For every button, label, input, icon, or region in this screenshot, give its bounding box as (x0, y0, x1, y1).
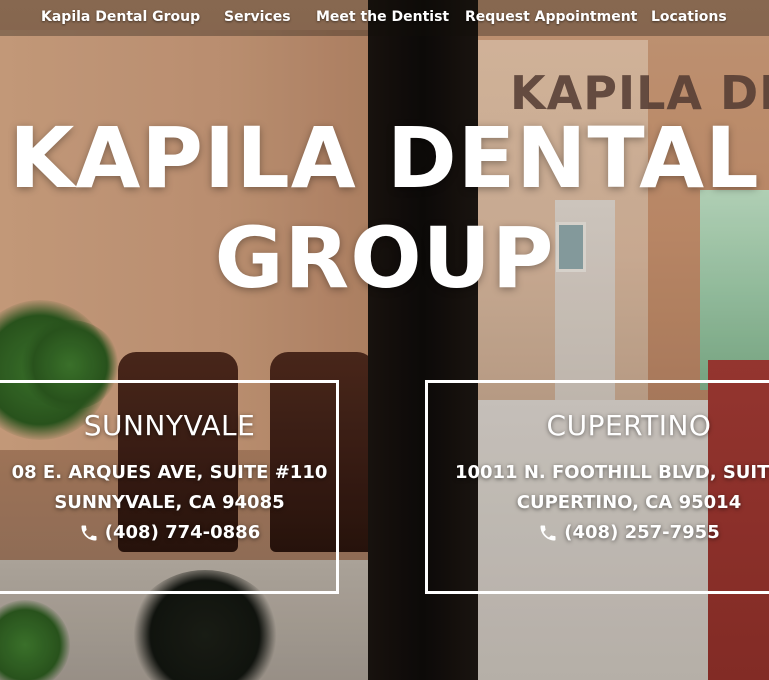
location-address: 08 E. ARQUES AVE, SUITE #110 (11, 462, 328, 483)
nav-item-locations[interactable]: Locations (651, 9, 727, 25)
hero-title-line: GROUP (214, 209, 555, 307)
location-name: CUPERTINO (546, 409, 712, 442)
hero-title-line: KAPILA DENTAL (9, 109, 760, 207)
hero-title: KAPILA DENTAL GROUP (0, 108, 769, 308)
nav-item-request-appointment[interactable]: Request Appointment (465, 9, 637, 25)
nav-item-meet-the-dentist[interactable]: Meet the Dentist (316, 9, 449, 25)
nav-brand-link[interactable]: Kapila Dental Group (41, 9, 200, 25)
location-city: SUNNYVALE, CA 94085 (54, 492, 285, 513)
hero-section: KAPILA DE Kapila Dental Group Services M… (0, 0, 769, 680)
location-card-content: SUNNYVALE 08 E. ARQUES AVE, SUITE #110 S… (0, 409, 336, 548)
phone-link[interactable]: (408) 257-7955 (538, 518, 720, 548)
location-name: SUNNYVALE (83, 409, 256, 442)
location-city: CUPERTINO, CA 95014 (516, 492, 742, 513)
phone-link[interactable]: (408) 774-0886 (79, 518, 260, 548)
location-card-sunnyvale: SUNNYVALE 08 E. ARQUES AVE, SUITE #110 S… (0, 380, 339, 594)
phone-number: (408) 774-0886 (104, 522, 261, 543)
top-nav: Kapila Dental Group Services Meet the De… (0, 0, 769, 36)
phone-number: (408) 257-7955 (564, 522, 720, 543)
location-card-content: CUPERTINO 10011 N. FOOTHILL BLVD, SUITE … (428, 409, 769, 548)
location-card-cupertino: CUPERTINO 10011 N. FOOTHILL BLVD, SUITE … (425, 380, 769, 594)
phone-icon (79, 523, 99, 543)
location-address: 10011 N. FOOTHILL BLVD, SUITE # (454, 462, 769, 483)
nav-item-services[interactable]: Services (224, 9, 291, 25)
phone-icon (538, 523, 558, 543)
